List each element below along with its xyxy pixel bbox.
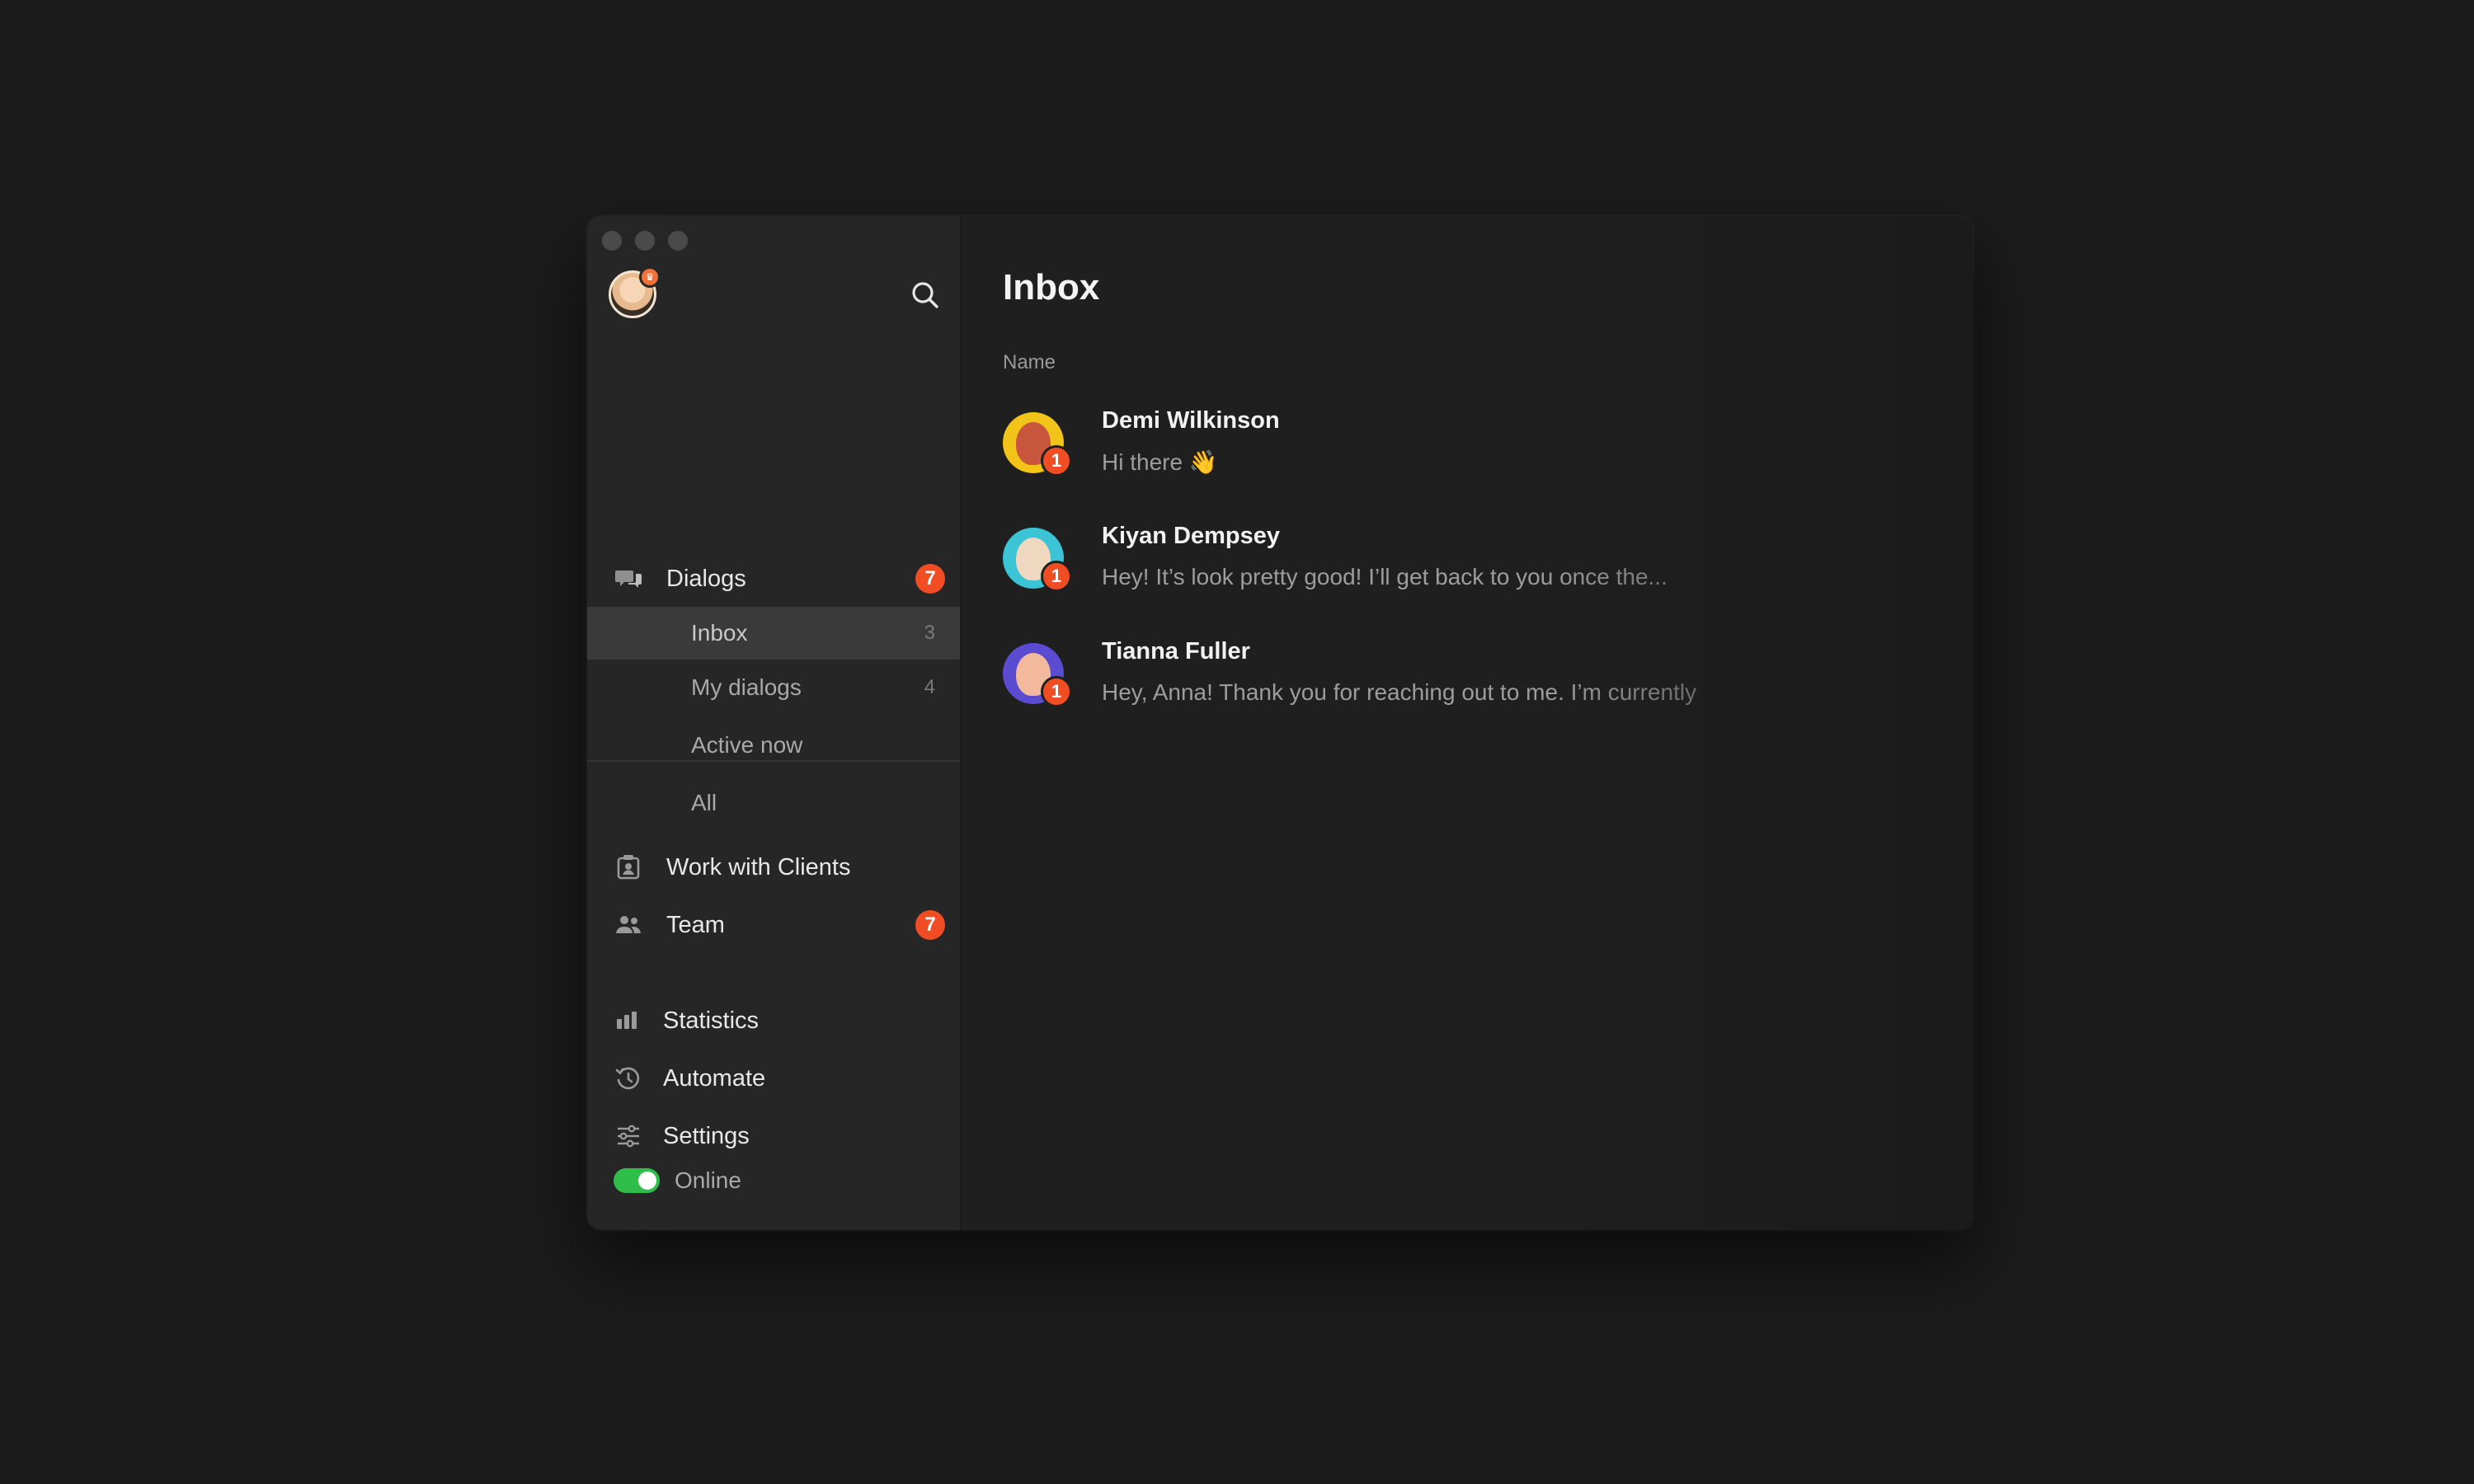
unread-badge: 7 (915, 910, 945, 940)
sidebar-item-label: Work with Clients (666, 853, 851, 881)
sidebar-item-automate[interactable]: Automate (587, 1052, 960, 1105)
sidebar-subitem-label: My dialogs (691, 674, 802, 700)
sidebar-item-work-with-clients[interactable]: Work with Clients (587, 841, 960, 894)
unread-badge: 7 (915, 564, 945, 594)
page-title: Inbox (1003, 267, 1100, 308)
sidebar-item-label: Automate (663, 1064, 766, 1092)
sidebar-item-settings[interactable]: Settings (587, 1110, 960, 1162)
sidebar-subitem-label: All (691, 790, 717, 815)
unread-badge: 1 (1041, 561, 1072, 592)
sidebar: ♛ Dialogs 7 Inbox 3 My dialogs 4 Active … (587, 216, 962, 1230)
crown-icon: ♛ (639, 266, 661, 288)
search-button[interactable] (909, 279, 942, 312)
user-avatar[interactable]: ♛ (609, 266, 661, 318)
contact-name: Tianna Fuller (1102, 638, 1250, 665)
chat-bubbles-icon (615, 571, 642, 588)
sidebar-subitem-label: Active now (691, 732, 803, 758)
conversation-row[interactable]: 1 Kiyan Dempsey Hey! It’s look pretty go… (1003, 523, 1973, 613)
close-window-button[interactable] (602, 231, 622, 251)
online-status: Online (614, 1167, 741, 1194)
message-preview: Hi there 👋 (1102, 449, 1218, 475)
bar-chart-icon (617, 1012, 637, 1029)
window-controls (602, 231, 688, 251)
unread-badge: 1 (1041, 445, 1072, 477)
search-icon (912, 282, 938, 308)
sidebar-divider (587, 760, 960, 762)
zoom-window-button[interactable] (668, 231, 688, 251)
sidebar-item-label: Settings (663, 1122, 750, 1149)
contact-name: Kiyan Dempsey (1102, 523, 1280, 549)
sidebar-subitem-all[interactable]: All (587, 777, 960, 829)
conversation-row[interactable]: 1 Demi Wilkinson Hi there 👋 (1003, 407, 1973, 498)
sidebar-subitem-label: Inbox (691, 620, 748, 646)
message-preview: Hey! It’s look pretty good! I’ll get bac… (1102, 564, 1667, 589)
sidebar-item-label: Dialogs (666, 565, 746, 592)
unread-badge: 1 (1041, 676, 1072, 707)
sidebar-subitem-count: 3 (924, 622, 935, 644)
team-icon (616, 916, 641, 933)
sidebar-item-label: Statistics (663, 1007, 760, 1034)
contact-name: Demi Wilkinson (1102, 407, 1280, 434)
sidebar-subitem-active-now[interactable]: Active now (587, 719, 960, 772)
sidebar-item-label: Team (666, 911, 725, 938)
sidebar-subitem-inbox[interactable]: Inbox 3 (587, 607, 960, 660)
column-header-name[interactable]: Name (1003, 351, 1056, 374)
sidebar-subitem-count: 4 (924, 676, 935, 698)
sliders-icon (618, 1125, 639, 1148)
sidebar-item-statistics[interactable]: Statistics (587, 994, 960, 1047)
sidebar-subitem-my-dialogs[interactable]: My dialogs 4 (587, 661, 960, 714)
main-panel: Inbox Name 1 Demi Wilkinson Hi there 👋 1… (962, 216, 1973, 1230)
sidebar-item-dialogs[interactable]: Dialogs 7 (587, 552, 960, 605)
conversation-row[interactable]: 1 Tianna Fuller Hey, Anna! Thank you for… (1003, 638, 1973, 729)
toggle-knob (638, 1172, 656, 1190)
client-badge-icon (617, 855, 640, 880)
sidebar-item-team[interactable]: Team 7 (587, 899, 960, 951)
message-preview: Hey, Anna! Thank you for reaching out to… (1102, 679, 1697, 705)
clock-refresh-icon (615, 1067, 640, 1090)
app-window: ♛ Dialogs 7 Inbox 3 My dialogs 4 Active … (587, 216, 1973, 1230)
online-status-label: Online (675, 1167, 741, 1193)
online-toggle[interactable] (614, 1168, 660, 1193)
minimize-window-button[interactable] (635, 231, 655, 251)
